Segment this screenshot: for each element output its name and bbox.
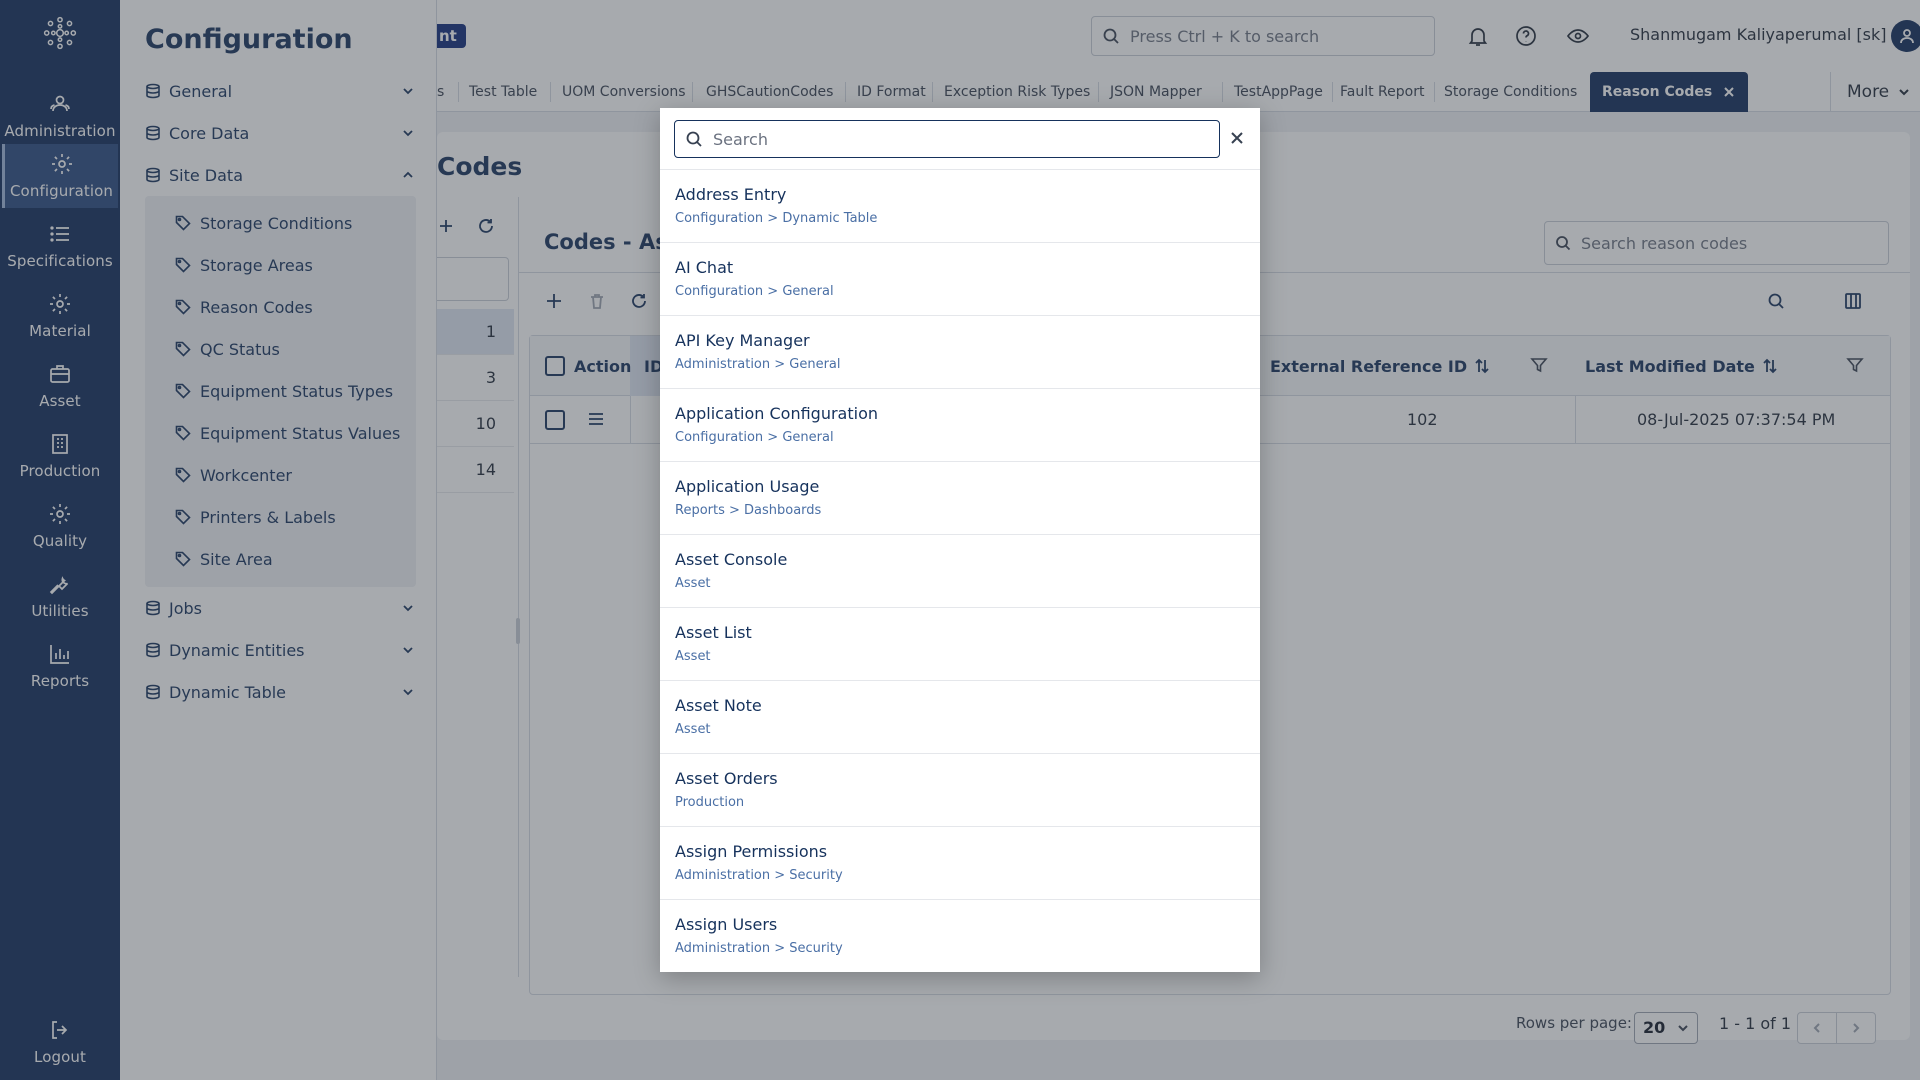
- result-path: Configuration > General: [675, 430, 834, 445]
- result-title: Asset List: [675, 623, 752, 642]
- result-path: Production: [675, 795, 745, 810]
- result-item[interactable]: Assign Permissions Administration > Secu…: [660, 827, 1260, 900]
- result-item[interactable]: Application Configuration Configuration …: [660, 389, 1260, 462]
- search-icon: [686, 131, 702, 147]
- result-item[interactable]: AI Chat Configuration > General: [660, 243, 1260, 316]
- result-title: Application Usage: [675, 477, 820, 496]
- result-path: Asset: [675, 649, 711, 664]
- modal-header: Search: [660, 108, 1260, 170]
- result-title: Asset Orders: [675, 769, 778, 788]
- result-item[interactable]: Asset Console Asset: [660, 535, 1260, 608]
- result-title: Application Configuration: [675, 404, 878, 423]
- result-path: Administration > Security: [675, 868, 843, 883]
- command-search-placeholder: Search: [713, 129, 768, 149]
- command-search-input[interactable]: Search: [674, 120, 1220, 158]
- result-item[interactable]: Assign Users Administration > Security: [660, 900, 1260, 972]
- result-path: Asset: [675, 576, 711, 591]
- close-icon[interactable]: [1228, 129, 1246, 147]
- result-item[interactable]: Asset Orders Production: [660, 754, 1260, 827]
- result-title: Asset Note: [675, 696, 762, 715]
- result-item[interactable]: API Key Manager Administration > General: [660, 316, 1260, 389]
- result-title: Assign Users: [675, 915, 778, 934]
- result-path: Configuration > Dynamic Table: [675, 211, 878, 226]
- result-title: Assign Permissions: [675, 842, 828, 861]
- result-path: Configuration > General: [675, 284, 834, 299]
- result-item[interactable]: Asset Note Asset: [660, 681, 1260, 754]
- result-path: Administration > Security: [675, 941, 843, 956]
- result-path: Asset: [675, 722, 711, 737]
- result-path: Reports > Dashboards: [675, 503, 822, 518]
- result-title: API Key Manager: [675, 331, 810, 350]
- command-palette-modal: Search Address Entry Configuration > Dyn…: [660, 108, 1260, 972]
- result-item[interactable]: Application Usage Reports > Dashboards: [660, 462, 1260, 535]
- result-item[interactable]: Address Entry Configuration > Dynamic Ta…: [660, 170, 1260, 243]
- result-item[interactable]: Asset List Asset: [660, 608, 1260, 681]
- result-title: Asset Console: [675, 550, 788, 569]
- result-title: Address Entry: [675, 185, 787, 204]
- result-path: Administration > General: [675, 357, 841, 372]
- result-title: AI Chat: [675, 258, 734, 277]
